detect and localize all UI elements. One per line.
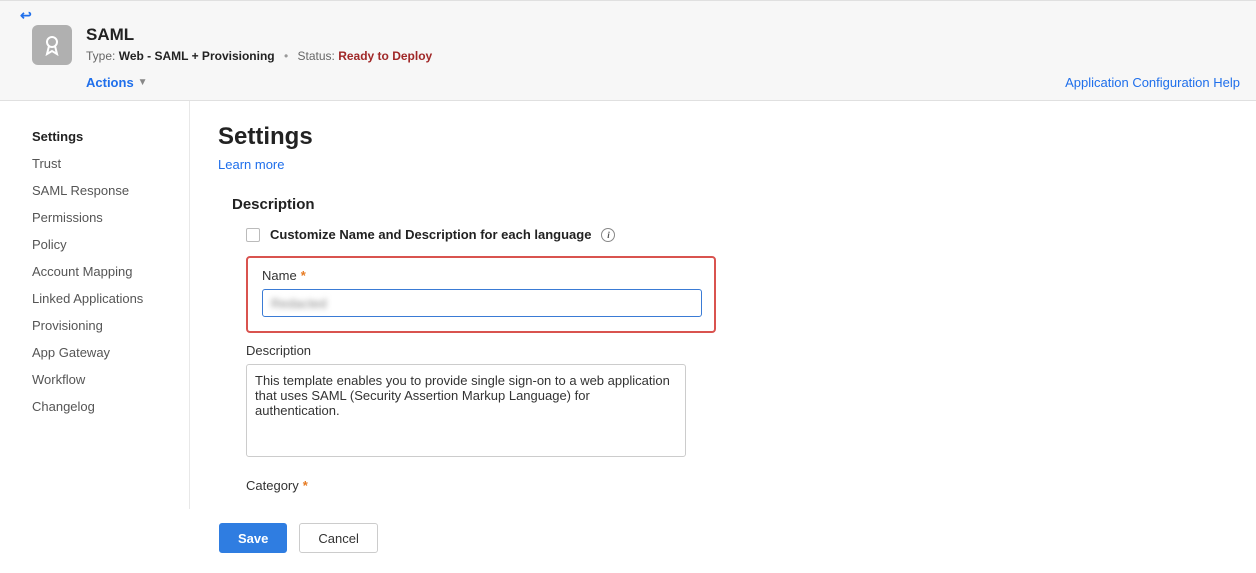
description-heading: Description: [232, 196, 1228, 213]
customize-checkbox-row[interactable]: Customize Name and Description for each …: [246, 227, 1228, 242]
customize-checkbox[interactable]: [246, 228, 260, 242]
cancel-button[interactable]: Cancel: [299, 523, 377, 553]
required-star-icon: *: [301, 268, 306, 283]
learn-more-link[interactable]: Learn more: [218, 157, 284, 172]
sidebar-item-settings[interactable]: Settings: [32, 123, 173, 150]
status-label: Status:: [298, 49, 335, 63]
save-button[interactable]: Save: [219, 523, 287, 553]
sidebar-item-provisioning[interactable]: Provisioning: [32, 312, 173, 339]
sidebar-item-workflow[interactable]: Workflow: [32, 366, 173, 393]
sidebar-item-changelog[interactable]: Changelog: [32, 393, 173, 420]
app-title: SAML: [86, 25, 1240, 45]
sidebar-item-policy[interactable]: Policy: [32, 231, 173, 258]
name-label-text: Name: [262, 268, 297, 283]
help-link[interactable]: Application Configuration Help: [1065, 75, 1240, 90]
type-value: Web - SAML + Provisioning: [119, 49, 275, 63]
required-star-icon: *: [303, 478, 308, 493]
app-ribbon-icon: [32, 25, 72, 65]
meta-separator: •: [284, 49, 288, 63]
sidebar-item-trust[interactable]: Trust: [32, 150, 173, 177]
status-value: Ready to Deploy: [338, 49, 432, 63]
main-content: Settings Learn more Description Customiz…: [190, 101, 1256, 509]
actions-dropdown[interactable]: Actions ▼: [86, 75, 148, 90]
sidebar-item-permissions[interactable]: Permissions: [32, 204, 173, 231]
back-arrow-icon[interactable]: ↩: [20, 7, 32, 24]
sidebar-item-app-gateway[interactable]: App Gateway: [32, 339, 173, 366]
name-field-label: Name *: [262, 268, 700, 283]
footer-actions: Save Cancel: [0, 509, 1256, 573]
category-field-label: Category *: [246, 478, 1228, 493]
customize-label: Customize Name and Description for each …: [270, 227, 591, 242]
type-label: Type:: [86, 49, 115, 63]
sidebar-item-saml-response[interactable]: SAML Response: [32, 177, 173, 204]
category-label-text: Category: [246, 478, 299, 493]
name-input-value: Redacted: [263, 290, 701, 316]
info-icon[interactable]: i: [601, 228, 615, 242]
sidebar-item-account-mapping[interactable]: Account Mapping: [32, 258, 173, 285]
description-field-label: Description: [246, 343, 1228, 358]
sidebar: Settings Trust SAML Response Permissions…: [0, 101, 190, 509]
chevron-down-icon: ▼: [138, 77, 148, 88]
header-bar: ↩ SAML Type: Web - SAML + Provisioning •…: [0, 0, 1256, 101]
sidebar-item-linked-applications[interactable]: Linked Applications: [32, 285, 173, 312]
name-input[interactable]: Redacted: [262, 289, 702, 317]
app-meta: Type: Web - SAML + Provisioning • Status…: [86, 49, 1240, 63]
description-textarea[interactable]: [246, 364, 686, 457]
page-title: Settings: [218, 123, 1228, 151]
name-highlight-box: Name * Redacted: [246, 256, 716, 333]
actions-label: Actions: [86, 75, 134, 90]
